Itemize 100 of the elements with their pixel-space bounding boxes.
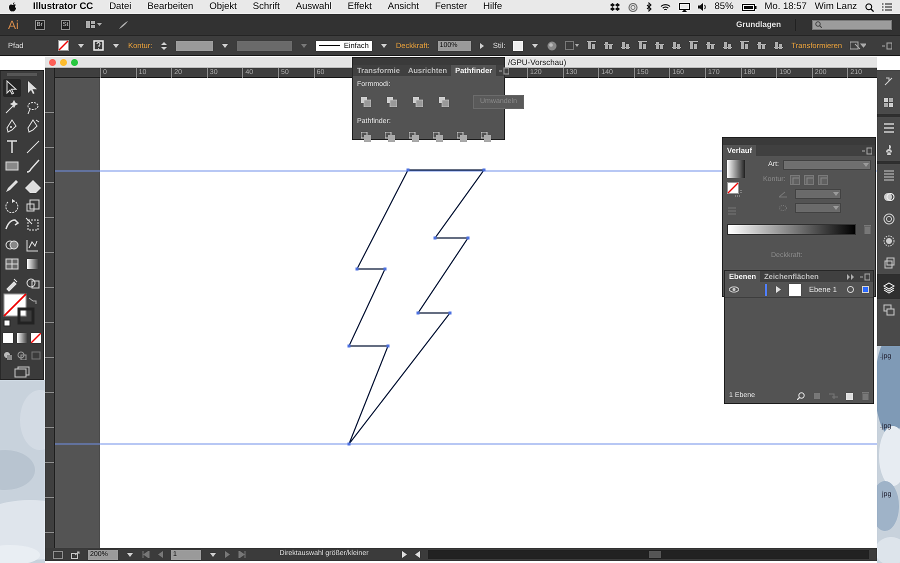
share-icon[interactable] [71,550,80,558]
divide-icon[interactable] [361,132,371,142]
align-icon[interactable] [587,41,596,50]
align-icon[interactable] [672,41,682,50]
align-icon[interactable] [774,41,784,50]
screen-mode-button[interactable] [14,366,30,378]
panel-menu-icon[interactable] [882,42,892,50]
unite-icon[interactable] [361,96,371,107]
menu-item[interactable]: Ansicht [388,0,419,14]
first-page-icon[interactable] [142,551,150,558]
draw-normal-button[interactable] [3,350,13,360]
arrange-documents-icon[interactable] [86,20,102,29]
menu-icon[interactable] [882,3,892,11]
align-icon[interactable] [604,41,614,50]
dropdown-field[interactable] [795,203,841,213]
menu-item[interactable]: Hilfe [483,0,502,14]
selection-indicator[interactable] [862,286,869,293]
none-button[interactable] [31,332,41,343]
menu-item[interactable]: Effekt [348,0,372,14]
dropbox-icon[interactable] [610,2,620,12]
outline-icon[interactable] [457,132,467,142]
workspace-switcher[interactable]: Grundlagen [736,18,796,30]
next-page-icon[interactable] [225,551,230,558]
play-icon[interactable] [402,551,407,558]
draw-inside-button[interactable] [31,350,41,360]
cloud-sync-icon[interactable] [628,2,638,12]
style-swatch[interactable] [513,40,524,50]
visibility-icon[interactable] [729,286,739,293]
expand-triangle-icon[interactable] [775,286,781,293]
align-icon[interactable] [621,41,630,50]
variable-width-field[interactable] [237,40,292,50]
new-layer-icon[interactable] [846,392,854,400]
menu-item[interactable]: Bearbeiten [147,0,194,14]
bluetooth-icon[interactable] [646,2,652,12]
align-icon[interactable] [689,41,698,50]
globe-icon[interactable] [547,40,558,50]
scrollbar-thumb[interactable] [648,551,660,558]
panel-menu-icon[interactable] [862,147,872,155]
scroll-left-icon[interactable] [415,551,420,558]
brush-icon[interactable] [118,20,130,30]
rotate-tool[interactable] [2,196,20,215]
search-icon[interactable] [865,2,874,12]
dropdown-icon[interactable] [380,42,388,50]
reference-point-icon[interactable] [565,41,580,50]
artboard-icon[interactable] [53,550,63,558]
panel-menu-icon[interactable] [860,273,870,281]
battery-icon[interactable] [742,4,757,10]
dropdown-icon[interactable] [209,550,217,558]
dropdown-icon[interactable] [531,42,540,50]
lightning-bolt-path[interactable] [348,168,486,446]
crop-icon[interactable] [433,132,443,142]
previous-page-icon[interactable] [158,551,163,558]
align-icon[interactable] [638,41,648,50]
clock[interactable]: Mo. 18:57 [764,0,807,14]
wifi-icon[interactable] [660,2,670,12]
layers-icon[interactable] [877,277,900,299]
draw-behind-button[interactable] [17,350,27,360]
search-field[interactable] [812,20,892,30]
play-icon[interactable] [478,42,485,50]
align-icon[interactable] [655,41,664,50]
exclude-icon[interactable] [439,96,449,107]
align-icon[interactable] [706,41,716,50]
menu-item[interactable]: Objekt [209,0,237,14]
volume-icon[interactable] [698,3,706,11]
clipping-mask-icon[interactable] [813,392,821,400]
dropdown-field[interactable] [783,160,871,170]
stroke-weight-field[interactable] [176,40,214,50]
airplay-icon[interactable] [678,2,690,12]
intersect-icon[interactable] [413,96,423,107]
collapse-icon[interactable] [847,274,855,280]
dropdown-icon[interactable] [112,42,120,50]
menu-item[interactable]: Fenster [434,0,468,14]
horizontal-scrollbar[interactable] [428,550,869,559]
dropdown-field[interactable] [795,189,841,199]
isolate-icon[interactable] [850,41,866,50]
align-icon[interactable] [740,41,750,50]
merge-icon[interactable] [409,132,419,142]
minus-back-icon[interactable] [481,132,491,142]
minus-front-icon[interactable] [387,96,397,107]
panel-menu-icon[interactable] [499,67,510,75]
gradient-ramp[interactable] [727,224,856,235]
menu-item[interactable]: Schrift [252,0,280,14]
stepper-icon[interactable] [160,40,168,52]
fill-color-button[interactable] [3,332,13,343]
dropdown-icon[interactable] [221,42,230,50]
menu-item[interactable]: Auswahl [296,0,332,14]
stroke-swatch[interactable] [93,40,104,51]
dropdown-icon[interactable] [77,42,86,50]
app-menu[interactable]: Illustrator CC [33,0,94,14]
menu-item[interactable]: Datei [109,0,132,14]
align-icon[interactable] [723,41,732,50]
trim-icon[interactable] [385,132,395,142]
target-icon[interactable] [847,286,854,293]
align-icon[interactable] [757,41,766,50]
dropdown-icon[interactable] [126,550,134,558]
gradient-preview-swatch[interactable] [727,160,747,178]
gradient-button[interactable] [17,332,27,343]
selection-tool[interactable] [2,79,20,97]
fill-none-swatch[interactable] [58,40,70,51]
last-page-icon[interactable] [238,551,246,558]
